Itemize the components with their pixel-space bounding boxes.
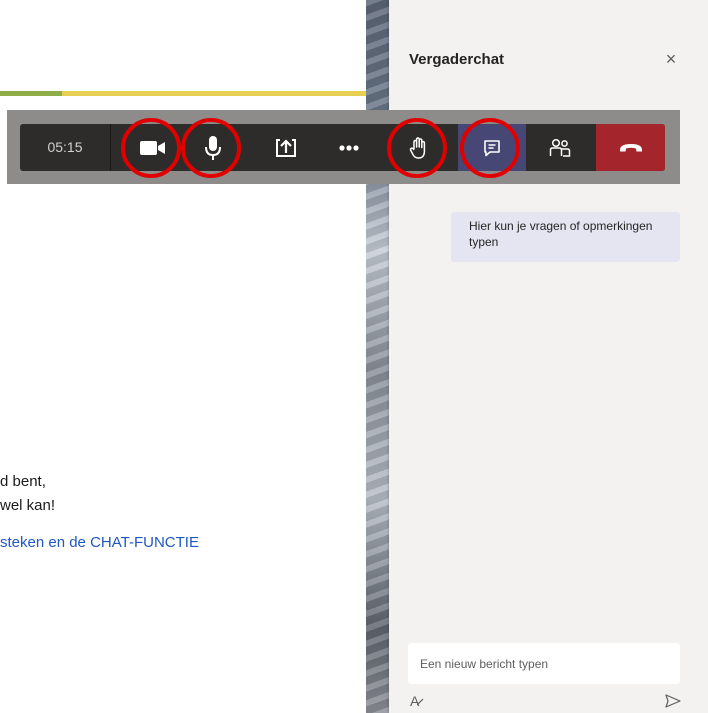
hang-up-button[interactable] — [596, 124, 665, 171]
raise-hand-icon — [409, 136, 426, 159]
chat-button[interactable] — [470, 124, 514, 171]
document-text-line-2: wel kan! — [0, 497, 56, 514]
close-icon[interactable]: × — [661, 48, 681, 70]
camera-icon — [140, 140, 165, 155]
microphone-icon — [205, 135, 221, 160]
document-area: d bent, wel kan! steken en de CHAT-FUNCT… — [0, 0, 366, 713]
call-timer: 05:15 — [20, 124, 111, 171]
chat-icon — [484, 139, 500, 156]
share-screen-button[interactable] — [264, 124, 308, 171]
participants-button[interactable] — [538, 124, 582, 171]
participants-icon — [549, 138, 571, 157]
header-accent-green — [0, 91, 62, 96]
chat-message: Hier kun je vragen of opmerkingen typen — [451, 212, 680, 262]
meeting-controls-bar: 05:15 — [20, 124, 665, 171]
format-icon[interactable]: A — [410, 693, 425, 709]
chat-title: Vergaderchat — [409, 51, 505, 68]
more-options-icon — [339, 144, 359, 151]
microphone-button[interactable] — [191, 124, 235, 171]
video-background — [366, 0, 389, 713]
camera-button[interactable] — [131, 124, 175, 171]
document-text-line-1: d bent, — [0, 473, 46, 490]
share-screen-icon — [276, 138, 296, 157]
header-accent-yellow — [62, 91, 366, 96]
meeting-chat-panel: Vergaderchat × Hier kun je vragen of opm… — [389, 0, 708, 713]
send-icon[interactable] — [665, 694, 681, 708]
raise-hand-button[interactable] — [397, 124, 441, 171]
document-text-line-3: steken en de CHAT-FUNCTIE — [0, 534, 199, 551]
message-input[interactable] — [408, 643, 680, 684]
hang-up-icon — [619, 143, 642, 151]
more-options-button[interactable] — [327, 124, 371, 171]
